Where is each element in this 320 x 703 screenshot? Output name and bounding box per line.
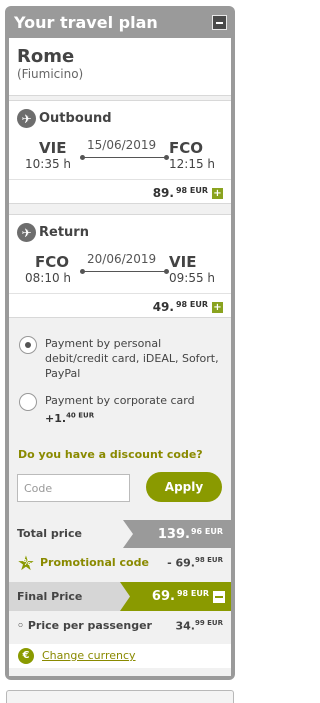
panel-body: Rome (Fiumicino) ✈ Outbound VIE 15/06/20… (9, 38, 231, 676)
route-line (83, 157, 167, 158)
total-price-sup: 96 EUR (190, 526, 223, 536)
final-price-value[interactable]: 69. 98 EUR (120, 582, 231, 611)
expand-plus-icon[interactable]: + (212, 187, 223, 199)
panel-title: Your travel plan (14, 12, 158, 32)
outbound-price-main: 89. (152, 186, 174, 200)
leg-divider (9, 293, 231, 294)
final-price-sup: 98 EUR (176, 589, 209, 598)
percent-icon: % (23, 558, 32, 567)
corporate-fee: +1.40 EUR (45, 411, 95, 425)
return-from-time: 08:10 h (25, 271, 72, 285)
price-per-passenger-label: ◦ Price per passenger (17, 619, 152, 632)
corporate-fee-sup: 40 EUR (66, 411, 95, 419)
corporate-text: Payment by corporate card (45, 394, 195, 407)
panel-header: Your travel plan (5, 6, 235, 38)
airplane-icon: ✈ (17, 223, 36, 242)
discount-title: Do you have a discount code? (18, 448, 203, 461)
total-price-row: Total price 139. 96 EUR (9, 520, 231, 548)
return-from-code: FCO (35, 253, 70, 271)
total-price-label: Total price (17, 527, 82, 540)
return-price[interactable]: 49. 98 EUR + (153, 300, 223, 314)
final-price-row: Final Price 69. 98 EUR (9, 582, 231, 611)
leg-divider (9, 179, 231, 180)
change-currency-link[interactable]: Change currency (42, 649, 136, 662)
expand-plus-icon[interactable]: + (212, 301, 223, 313)
destination-city: Rome (17, 46, 75, 67)
payment-option-personal-label: Payment by personal debit/credit card, i… (45, 337, 219, 380)
pp-main: 34. (175, 619, 195, 633)
pp-label-text: Price per passenger (27, 619, 152, 632)
promo-code-label: Promotional code (40, 556, 149, 569)
outbound-from-code: VIE (39, 139, 67, 157)
destination-airport: (Fiumicino) (17, 67, 84, 81)
collapse-minus-icon[interactable] (213, 590, 225, 603)
destination: Rome (Fiumicino) (9, 38, 231, 96)
outbound-to-time: 12:15 h (169, 157, 216, 171)
total-price-main: 139. (157, 526, 190, 542)
payment-option-personal[interactable]: Payment by personal debit/credit card, i… (19, 336, 225, 381)
return-date: 20/06/2019 (87, 252, 157, 266)
promo-sup: 98 EUR (194, 556, 223, 564)
return-price-main: 49. (152, 300, 174, 314)
route-line (83, 271, 167, 272)
return-to-code: VIE (169, 253, 197, 271)
price-per-passenger-row: ◦ Price per passenger 34.99 EUR (9, 614, 231, 638)
travel-plan-panel: Your travel plan Rome (Fiumicino) ✈ Outb… (5, 6, 235, 680)
outbound-title: ✈ Outbound (17, 109, 112, 128)
promo-code-row: ★ % Promotional code - 69.98 EUR (9, 551, 231, 575)
return-title: ✈ Return (17, 223, 89, 242)
promo-main: - 69. (167, 556, 195, 570)
outbound-from-time: 10:35 h (25, 157, 72, 171)
return-to-time: 09:55 h (169, 271, 216, 285)
collapse-icon[interactable] (212, 14, 227, 30)
outbound-leg: ✈ Outbound VIE 15/06/2019 FCO 10:35 h 12… (9, 100, 231, 204)
corporate-fee-main: +1. (45, 411, 67, 425)
apply-button[interactable]: Apply (146, 472, 222, 502)
radio-corporate-card[interactable] (19, 393, 37, 411)
euro-icon: € (18, 648, 34, 664)
payment-option-corporate-label: Payment by corporate card +1.40 EUR (45, 393, 225, 426)
price-per-passenger-value: 34.99 EUR (175, 619, 223, 633)
outbound-to-code: FCO (169, 139, 204, 157)
final-price-label: Final Price (17, 590, 83, 603)
outbound-price[interactable]: 89. 98 EUR + (153, 186, 223, 200)
outbound-price-sup: 98 EUR (175, 185, 208, 195)
radio-personal-card[interactable] (19, 336, 37, 354)
return-price-sup: 98 EUR (175, 299, 208, 309)
payment-option-corporate[interactable]: Payment by corporate card +1.40 EUR (19, 393, 225, 426)
promo-code-value: - 69.98 EUR (167, 556, 223, 570)
discount-code-input[interactable] (17, 474, 130, 502)
outbound-label: Outbound (39, 111, 112, 126)
return-leg: ✈ Return FCO 20/06/2019 VIE 08:10 h 09:5… (9, 214, 231, 318)
next-panel-edge (6, 690, 234, 703)
return-label: Return (39, 225, 89, 240)
currency-row: € Change currency (9, 644, 231, 668)
total-price-value: 139. 96 EUR (123, 520, 231, 548)
outbound-date: 15/06/2019 (87, 138, 157, 152)
pp-sup: 99 EUR (194, 619, 223, 627)
final-price-main: 69. (151, 589, 175, 604)
airplane-icon: ✈ (17, 109, 36, 128)
